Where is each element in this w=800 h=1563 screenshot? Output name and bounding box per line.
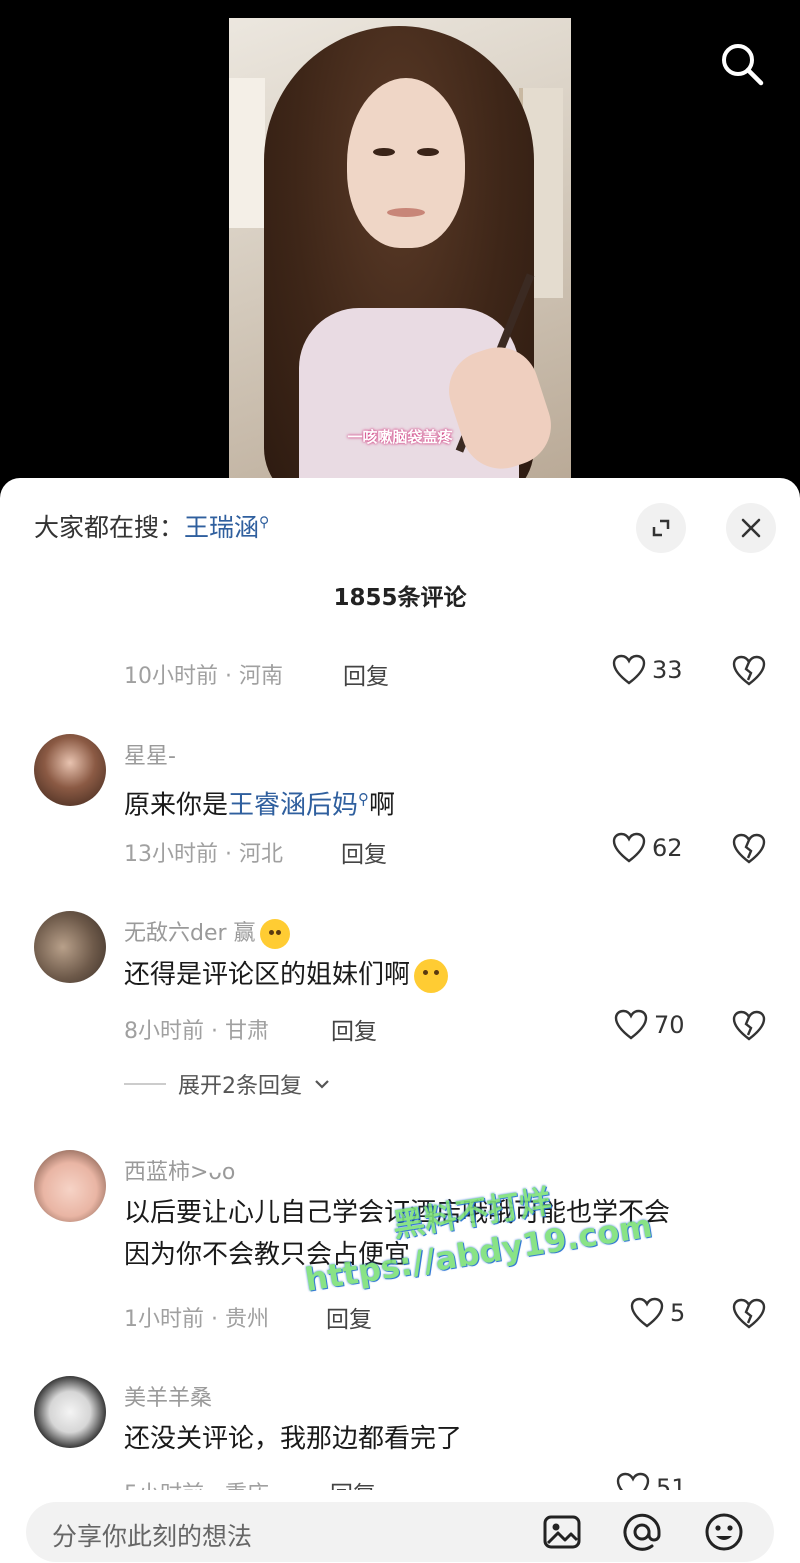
dislike-button[interactable]	[732, 833, 766, 867]
like-count: 62	[652, 834, 683, 862]
video-frame[interactable]: 一咳嗽脑袋盖疼	[229, 18, 571, 480]
like-count: 33	[652, 656, 683, 684]
dislike-button[interactable]	[732, 655, 766, 689]
search-prefix: 大家都在搜：	[34, 513, 185, 542]
like-button[interactable]: 62	[612, 832, 683, 864]
comment-input-placeholder: 分享你此刻的想法	[52, 1522, 253, 1551]
comment-count: 1855条评论	[333, 585, 467, 611]
expand-icon	[652, 519, 670, 537]
comment-meta: 10小时前 · 河南	[124, 664, 283, 689]
search-term-link[interactable]: 王瑞涵	[184, 513, 259, 542]
comment-username[interactable]: 星星-	[124, 738, 176, 770]
reply-button[interactable]: 回复	[341, 835, 387, 869]
heart-icon	[612, 832, 646, 863]
like-count: 70	[654, 1011, 685, 1039]
divider-line	[124, 1083, 166, 1085]
video-caption: 一咳嗽脑袋盖疼	[347, 428, 453, 446]
avatar[interactable]	[34, 911, 106, 983]
search-mini-icon: ⚲	[358, 790, 370, 808]
close-icon	[741, 518, 761, 538]
comment-text: 还没关评论，我那边都看完了	[124, 1424, 463, 1454]
mention-icon[interactable]	[622, 1512, 662, 1552]
avatar[interactable]	[34, 1150, 106, 1222]
comment-text: 还得是评论区的姐妹们啊	[124, 954, 449, 996]
reply-button[interactable]: 回复	[326, 1300, 372, 1334]
comment-meta: 1小时前 · 贵州	[124, 1307, 269, 1332]
dislike-button[interactable]	[732, 1298, 766, 1332]
comment-input-bar: 分享你此刻的想法	[0, 1490, 800, 1563]
image-icon[interactable]	[542, 1512, 582, 1552]
video-player[interactable]: 一咳嗽脑袋盖疼	[0, 0, 800, 480]
expand-replies-label: 展开2条回复	[178, 1074, 302, 1099]
person-face	[347, 78, 465, 248]
expand-button[interactable]	[636, 503, 686, 553]
reply-button[interactable]: 回复	[331, 1012, 377, 1046]
watermark: 黑料不打烊 https://abdy19.com	[302, 1182, 655, 1299]
heart-icon	[612, 654, 646, 685]
comment-text: 原来你是王睿涵后妈⚲啊	[124, 790, 396, 821]
broken-heart-icon	[732, 655, 766, 686]
chevron-down-icon	[315, 1080, 329, 1089]
laughing-crying-emoji	[414, 958, 449, 993]
broken-heart-icon	[732, 1010, 766, 1041]
reply-button[interactable]: 回复	[343, 657, 389, 691]
broken-heart-icon	[732, 833, 766, 864]
emoji-icon[interactable]	[704, 1512, 744, 1552]
expand-replies-button[interactable]: 展开2条回复	[124, 1068, 330, 1100]
comment-username[interactable]: 无敌六der 赢	[124, 915, 290, 949]
search-icon[interactable]	[718, 40, 766, 88]
heart-icon	[630, 1297, 664, 1328]
close-button[interactable]	[726, 503, 776, 553]
like-count: 5	[670, 1299, 686, 1327]
comment-username[interactable]: 美羊羊桑	[124, 1380, 212, 1412]
search-mini-icon: ⚲	[259, 514, 270, 531]
like-button[interactable]: 5	[630, 1297, 685, 1329]
like-button[interactable]: 33	[612, 654, 683, 686]
silly-face-emoji	[259, 919, 290, 949]
comment-meta: 13小时前 · 河北	[124, 842, 283, 867]
avatar[interactable]	[34, 734, 106, 806]
comment-input[interactable]: 分享你此刻的想法	[26, 1502, 774, 1562]
heart-icon	[614, 1009, 648, 1040]
dislike-button[interactable]	[732, 1010, 766, 1044]
avatar[interactable]	[34, 1376, 106, 1448]
search-suggestion[interactable]: 大家都在搜：王瑞涵⚲	[34, 508, 269, 544]
comment-meta: 8小时前 · 甘肃	[124, 1019, 269, 1044]
comment-search-link[interactable]: 王睿涵后妈	[228, 791, 358, 821]
broken-heart-icon	[732, 1298, 766, 1329]
comment-username[interactable]: 西蓝柿>ᴗo	[124, 1154, 235, 1186]
like-button[interactable]: 70	[614, 1009, 685, 1041]
background-window	[229, 78, 265, 228]
comment-sheet: 大家都在搜：王瑞涵⚲ 1855条评论 10小时前 · 河南 回复 33 星星-	[0, 478, 800, 1563]
